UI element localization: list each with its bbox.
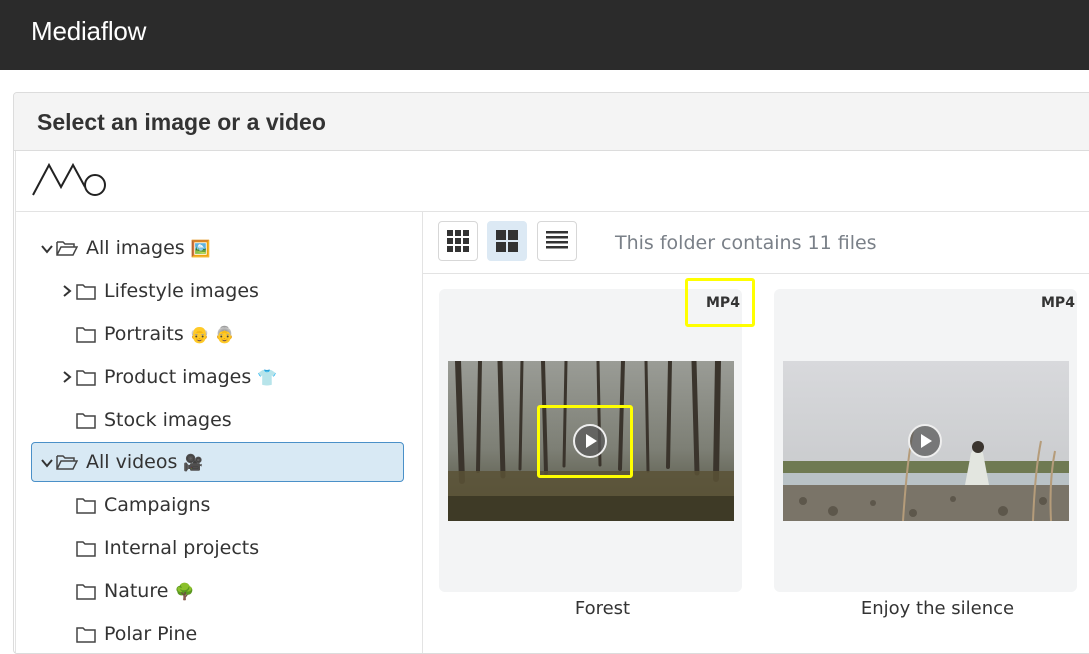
large-grid-view-button[interactable] xyxy=(487,221,527,261)
file-name: Enjoy the silence xyxy=(860,598,1015,619)
folder-icon xyxy=(76,283,96,300)
dialog-title: Select an image or a video xyxy=(37,109,326,135)
folder-icon xyxy=(76,412,96,429)
play-icon[interactable] xyxy=(908,424,942,458)
tree-item-label: All images xyxy=(86,237,185,259)
tree-item-label: Lifestyle images xyxy=(104,280,259,302)
file-format-badge: MP4 xyxy=(1041,295,1075,311)
tree-item-label: Internal projects xyxy=(104,537,260,559)
tree-item-lifestyle-images[interactable]: Lifestyle images xyxy=(58,271,259,311)
tree-item-label: Portraits xyxy=(104,323,184,345)
folder-open-icon xyxy=(56,239,78,257)
tshirt-icon: 👕 xyxy=(257,367,278,387)
app-title: Mediaflow xyxy=(31,16,147,46)
mediaflow-logo-icon xyxy=(32,162,106,196)
large-grid-icon xyxy=(496,230,518,252)
tree-item-product-images[interactable]: Product images 👕 xyxy=(58,357,277,397)
elderly-people-icon: 👴 👵 xyxy=(189,324,235,344)
tree-item-polar-pine[interactable]: Polar Pine xyxy=(76,614,198,653)
tree-item-label: Stock images xyxy=(104,409,232,431)
folder-open-icon xyxy=(56,453,78,471)
list-view-button[interactable] xyxy=(537,221,577,261)
top-bar: Mediaflow xyxy=(0,0,1089,70)
media-picker-dialog: Select an image or a video All images 🖼️ xyxy=(13,92,1089,654)
file-card-enjoy-the-silence[interactable]: MP4 xyxy=(774,289,1077,592)
folder-icon xyxy=(76,540,96,557)
folder-icon xyxy=(76,583,96,600)
folder-file-count: This folder contains 11 files xyxy=(615,232,877,254)
tree-item-label: Polar Pine xyxy=(104,623,198,645)
video-camera-icon: 🎥 xyxy=(183,452,204,472)
tree-item-label: Campaigns xyxy=(104,494,211,516)
tree-item-all-videos[interactable]: All videos 🎥 xyxy=(31,442,404,482)
folder-icon xyxy=(76,626,96,643)
view-toolbar: This folder contains 11 files xyxy=(422,212,1089,274)
video-thumbnail[interactable] xyxy=(783,361,1069,521)
file-browser: This folder contains 11 files MP4 Forest… xyxy=(422,212,1089,653)
picture-icon: 🖼️ xyxy=(190,238,211,258)
file-name: Forest xyxy=(574,598,631,619)
tree-item-stock-images[interactable]: Stock images xyxy=(76,400,232,440)
tree-item-all-images[interactable]: All images 🖼️ xyxy=(38,228,211,268)
chevron-right-icon[interactable] xyxy=(58,280,76,302)
tree-item-label: All videos xyxy=(86,451,178,473)
list-icon xyxy=(546,231,568,249)
folder-icon xyxy=(76,497,96,514)
tree-item-label: Nature xyxy=(104,580,169,602)
folder-icon xyxy=(76,326,96,343)
chevron-down-icon[interactable] xyxy=(38,451,56,473)
tree-icon: 🌳 xyxy=(174,581,195,601)
folder-icon xyxy=(76,369,96,386)
tree-item-label: Product images xyxy=(104,366,252,388)
tree-item-nature[interactable]: Nature 🌳 xyxy=(76,571,194,611)
dialog-header: Select an image or a video xyxy=(14,93,1089,151)
play-button-highlight xyxy=(537,405,633,478)
chevron-down-icon[interactable] xyxy=(38,237,56,259)
small-grid-icon xyxy=(447,230,469,252)
tree-item-campaigns[interactable]: Campaigns xyxy=(76,485,210,525)
tree-item-internal-projects[interactable]: Internal projects xyxy=(76,528,259,568)
format-badge-highlight xyxy=(685,278,755,327)
small-grid-view-button[interactable] xyxy=(438,221,478,261)
tree-item-portraits[interactable]: Portraits 👴 👵 xyxy=(76,314,235,354)
folder-tree: All images 🖼️ Lifestyle images Portraits… xyxy=(15,212,423,653)
logo-bar xyxy=(15,151,1089,212)
chevron-right-icon[interactable] xyxy=(58,366,76,388)
